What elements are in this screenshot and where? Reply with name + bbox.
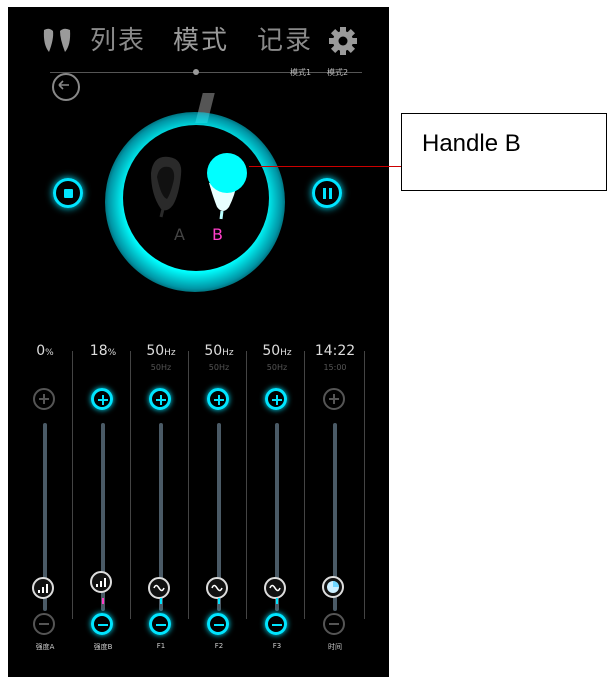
pause-button[interactable] [312,178,342,208]
slider-subvalue: 15:00 [323,363,347,372]
handle-a-label[interactable]: A [174,225,185,244]
decrease-button[interactable] [149,613,171,635]
slider-column: 50Hz 50Hz F1 [132,343,190,650]
increase-button[interactable] [207,388,229,410]
increase-button[interactable] [149,388,171,410]
slider-subvalue: 50Hz [150,363,172,372]
pause-icon [323,188,326,199]
annotation-callout: Handle B [401,113,607,191]
level-indicator [160,598,162,604]
slider-label: 强度A [35,643,55,651]
decrease-button[interactable] [91,613,113,635]
mode-2-link[interactable]: 模式2 [327,67,348,78]
slider-subvalue: 50Hz [266,363,288,372]
mode-1-link[interactable]: 模式1 [290,67,311,78]
timer-icon [327,580,339,593]
slider-subvalue: 50Hz [208,363,230,372]
slider-label: F2 [214,642,224,650]
slider-label: 时间 [328,643,342,651]
back-arrow-icon [58,80,69,90]
handles-graphic [151,153,247,220]
slider-knob[interactable] [264,577,286,599]
increase-button[interactable] [33,388,55,410]
slider-value: 50Hz [146,343,176,359]
level-indicator [102,598,104,604]
level-icon [96,578,106,588]
slider-value: 50Hz [204,343,234,359]
top-nav: 列表 模式 记录 [8,23,389,75]
slider-label: F3 [272,642,282,650]
slider-label: 强度B [93,643,113,651]
app-screen: 列表 模式 记录 模式1 模式2 A B 0% 强度A 18% 强度B 50Hz… [8,7,389,677]
slider-value: 0% [36,343,54,359]
slider-knob[interactable] [90,571,112,594]
decrease-button[interactable] [33,613,55,635]
slider-knob[interactable] [322,575,344,598]
tab-list[interactable]: 列表 [90,23,146,59]
back-button[interactable] [52,73,80,101]
handle-b-icon [207,153,247,220]
column-divider [364,351,365,619]
decrease-button[interactable] [265,613,287,635]
increase-button[interactable] [91,388,113,410]
increase-button[interactable] [265,388,287,410]
handle-b-label[interactable]: B [212,225,223,244]
slider-column: 18% 强度B [74,343,132,651]
decrease-button[interactable] [207,613,229,635]
slider-column: 14:22 15:00 时间 [306,343,364,651]
slider-label: F1 [156,642,166,650]
tab-mode[interactable]: 模式 [173,23,229,59]
nav-active-indicator [193,69,199,75]
level-icon [38,584,48,593]
slider-value: 14:22 [314,343,356,359]
wave-icon [269,584,281,592]
slider-knob[interactable] [148,577,170,599]
level-indicator [218,598,220,604]
slider-knob[interactable] [32,577,54,599]
wave-icon [153,584,165,592]
handle-a-icon [151,156,182,218]
gear-icon[interactable] [328,26,358,56]
increase-button[interactable] [323,388,345,410]
slider-value: 50Hz [262,343,292,359]
handles-logo-icon [43,28,71,52]
stop-icon [64,189,73,198]
callout-leader-line [249,166,401,167]
slider-knob[interactable] [206,577,228,599]
level-indicator [276,598,278,604]
nav-underline [50,72,362,73]
annotation-label: Handle B [422,130,521,157]
slider-value: 18% [89,343,117,359]
decrease-button[interactable] [323,613,345,635]
wave-icon [211,584,223,592]
slider-column: 50Hz 50Hz F3 [248,343,306,650]
stop-button[interactable] [53,178,83,208]
slider-column: 50Hz 50Hz F2 [190,343,248,650]
slider-column: 0% 强度A [16,343,74,651]
tab-records[interactable]: 记录 [257,23,313,59]
